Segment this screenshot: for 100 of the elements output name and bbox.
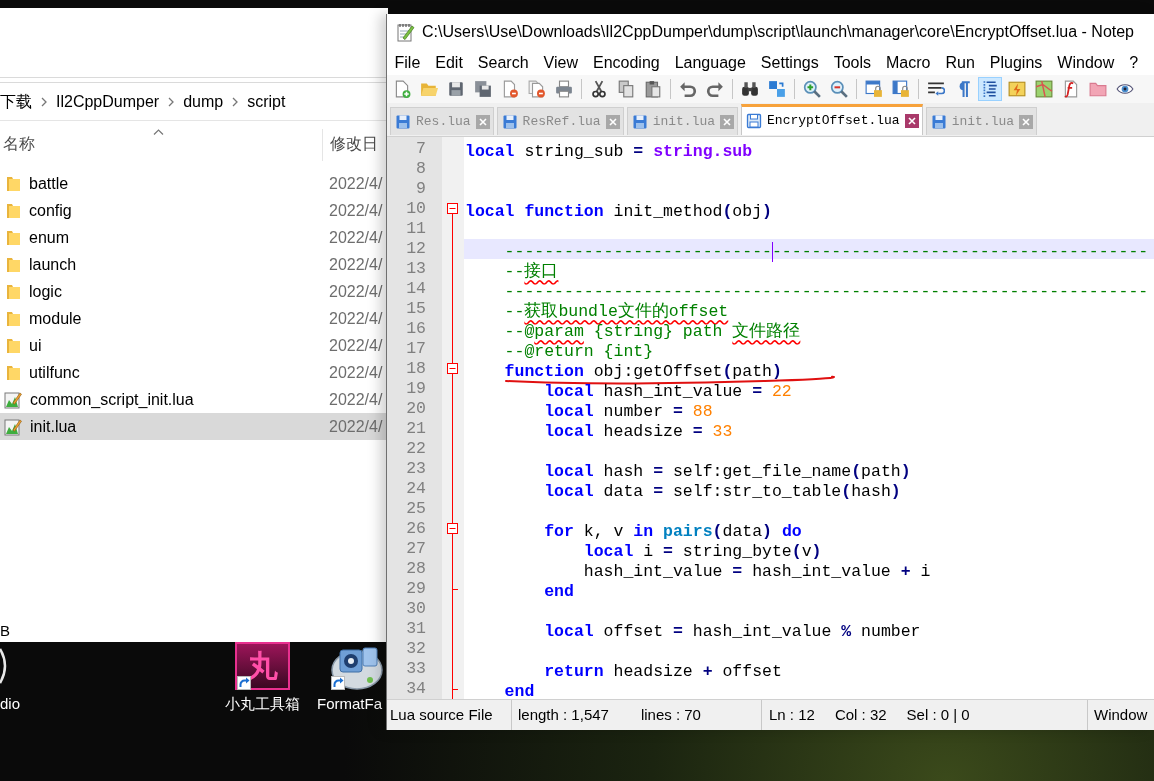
menu-item[interactable]: Language bbox=[667, 51, 754, 74]
wrap-lines-icon bbox=[927, 80, 945, 98]
breadcrumb-item[interactable]: script bbox=[247, 89, 286, 114]
page-minus-icon bbox=[501, 80, 519, 98]
file-row[interactable]: launch 2022/4/ bbox=[0, 251, 388, 278]
breadcrumb-item[interactable]: dump bbox=[183, 89, 224, 114]
zoom-out-icon bbox=[830, 80, 848, 98]
file-row[interactable]: common_script_init.lua 2022/4/ bbox=[0, 386, 388, 413]
file-name: utilfunc bbox=[29, 362, 80, 383]
file-name: ui bbox=[29, 335, 42, 356]
window-lock-icon bbox=[892, 80, 910, 98]
file-row[interactable]: config 2022/4/ bbox=[0, 197, 388, 224]
folder-icon bbox=[6, 256, 21, 273]
menu-item[interactable]: View bbox=[536, 51, 586, 74]
line-number: 26 bbox=[406, 519, 426, 539]
line-number: 30 bbox=[406, 599, 426, 619]
menu-item[interactable]: Settings bbox=[753, 51, 827, 74]
close-tab-button[interactable] bbox=[904, 114, 919, 128]
window-lock-icon bbox=[865, 80, 883, 98]
menu-item[interactable]: Window bbox=[1049, 51, 1122, 74]
file-row[interactable]: battle 2022/4/ bbox=[0, 170, 388, 197]
fold-minus-icon[interactable] bbox=[447, 523, 458, 534]
indent-guide-icon bbox=[981, 80, 999, 98]
desktop-icon-label[interactable]: dio bbox=[0, 694, 21, 714]
folder-icon bbox=[1089, 80, 1107, 98]
document-pencil-icon bbox=[4, 390, 22, 409]
line-number: 23 bbox=[406, 459, 426, 479]
file-name: common_script_init.lua bbox=[30, 389, 194, 410]
app-logo[interactable]: 丸 bbox=[235, 642, 290, 690]
code-line: for k, v in pairs(data) do bbox=[544, 522, 802, 542]
function-page-icon bbox=[1062, 80, 1080, 98]
close-icon bbox=[907, 117, 916, 125]
line-number: 8 bbox=[416, 159, 426, 179]
modified-date: 2022/4/ bbox=[329, 173, 383, 194]
menu-item[interactable]: Edit bbox=[427, 51, 471, 74]
modified-date: 2022/4/ bbox=[329, 362, 383, 383]
code-line: local data = self:str_to_table(hash) bbox=[544, 482, 901, 502]
file-name: module bbox=[29, 308, 82, 329]
folder-icon bbox=[6, 175, 21, 192]
file-row[interactable]: ui 2022/4/ bbox=[0, 332, 388, 359]
editor-tab[interactable]: EncryptOffset.lua bbox=[741, 104, 923, 135]
line-number: 32 bbox=[406, 639, 426, 659]
fold-minus-icon[interactable] bbox=[447, 203, 458, 214]
file-row[interactable]: module 2022/4/ bbox=[0, 305, 388, 332]
menu-item[interactable]: Plugins bbox=[982, 51, 1050, 74]
code-line: --@param {string} path 文件路径 bbox=[504, 322, 801, 342]
line-number: 12 bbox=[406, 239, 426, 259]
status-text: lines : 70 bbox=[640, 704, 701, 725]
menu-item[interactable]: ? bbox=[1121, 51, 1146, 74]
line-number: 16 bbox=[406, 319, 426, 339]
column-header[interactable]: 修改日 bbox=[330, 134, 378, 154]
new-page-icon bbox=[393, 80, 411, 98]
chevron-right-icon bbox=[167, 95, 176, 108]
file-row[interactable]: utilfunc 2022/4/ bbox=[0, 359, 388, 386]
floppy-disks-icon bbox=[474, 80, 492, 98]
scissors-icon bbox=[590, 80, 608, 98]
close-icon bbox=[478, 117, 487, 126]
open-folder-icon bbox=[420, 80, 438, 98]
breadcrumb-item[interactable]: 下载 bbox=[0, 89, 32, 114]
redo-arrow-icon bbox=[706, 80, 724, 98]
menu-item[interactable]: Search bbox=[470, 51, 537, 74]
modified-date: 2022/4/ bbox=[329, 227, 383, 248]
toolbar-button[interactable] bbox=[978, 77, 1002, 101]
code-line: --获取bundle文件的offset bbox=[504, 302, 729, 322]
document-pencil-icon bbox=[4, 417, 22, 436]
map-icon bbox=[1035, 80, 1053, 98]
status-text: B bbox=[0, 622, 10, 639]
menu-item[interactable]: Tools bbox=[826, 51, 879, 74]
line-number: 27 bbox=[406, 539, 426, 559]
code-line: function obj:getOffset(path) bbox=[504, 362, 782, 382]
desktop-icon-label[interactable]: 小丸工具箱 bbox=[225, 694, 300, 714]
file-row[interactable]: init.lua 2022/4/ bbox=[0, 413, 388, 440]
ring-icon[interactable] bbox=[0, 648, 7, 684]
folder-icon bbox=[6, 202, 21, 219]
column-header[interactable]: 名称 bbox=[3, 134, 35, 154]
file-row[interactable]: enum 2022/4/ bbox=[0, 224, 388, 251]
line-number: 14 bbox=[406, 279, 426, 299]
menu-item[interactable]: Run bbox=[938, 51, 983, 74]
code-line: --接口 bbox=[504, 262, 559, 282]
file-name: init.lua bbox=[30, 416, 77, 437]
code-line: local function init_method(obj) bbox=[465, 202, 772, 222]
zoom-in-icon bbox=[803, 80, 821, 98]
line-number: 20 bbox=[406, 399, 426, 419]
line-number: 24 bbox=[406, 479, 426, 499]
folder-icon bbox=[6, 229, 21, 246]
menu-item[interactable]: File bbox=[387, 51, 428, 74]
modified-date: 2022/4/ bbox=[329, 389, 383, 410]
code-line: return headsize + offset bbox=[544, 662, 782, 682]
line-number: 28 bbox=[406, 559, 426, 579]
file-row[interactable]: logic 2022/4/ bbox=[0, 278, 388, 305]
menu-item[interactable]: Macro bbox=[878, 51, 938, 74]
desktop-icon-label[interactable]: FormatFa bbox=[317, 694, 382, 714]
breadcrumb-item[interactable]: Il2CppDumper bbox=[56, 89, 160, 114]
fold-minus-icon[interactable] bbox=[447, 363, 458, 374]
status-text: Sel : 0 | 0 bbox=[906, 704, 970, 725]
code-line: --@return {int} bbox=[504, 342, 654, 362]
file-name: enum bbox=[29, 227, 70, 248]
menu-item[interactable]: Encoding bbox=[585, 51, 668, 74]
line-number: 9 bbox=[416, 179, 426, 199]
code-line: hash_int_value = hash_int_value + i bbox=[583, 562, 931, 582]
